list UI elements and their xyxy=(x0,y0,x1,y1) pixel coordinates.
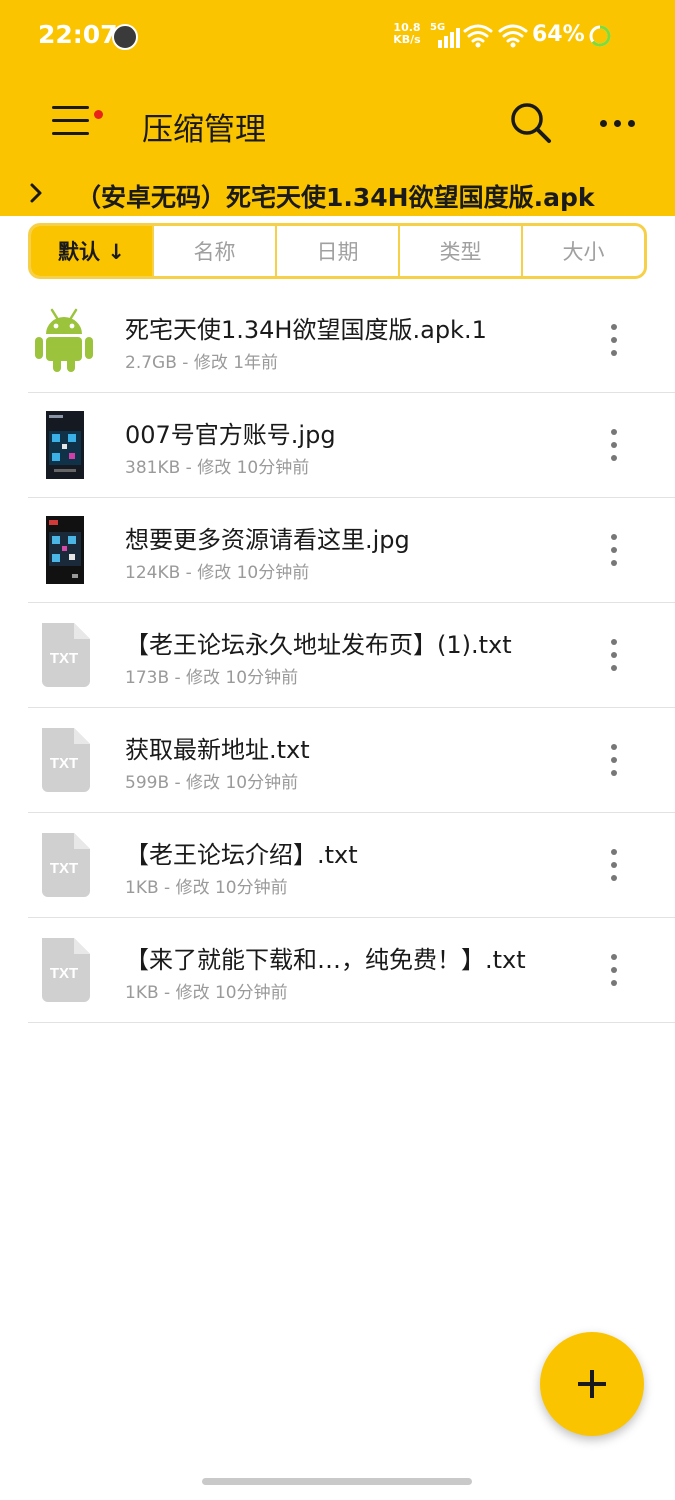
row-overflow-menu-icon[interactable] xyxy=(598,948,630,992)
breadcrumb-path: （安卓无码）死宅天使1.34H欲望国度版.apk xyxy=(76,183,595,212)
search-icon[interactable] xyxy=(506,98,556,148)
txt-file-icon: TXT xyxy=(42,623,90,687)
txt-file-icon: TXT xyxy=(42,728,90,792)
more-button[interactable] xyxy=(592,98,642,148)
file-name: 【老王论坛永久地址发布页】(1).txt xyxy=(125,631,512,659)
svg-text:TXT: TXT xyxy=(50,860,78,877)
more-dots-icon xyxy=(600,120,607,127)
wifi-icon xyxy=(498,24,528,48)
sort-tab-default[interactable]: 默认 ↓ xyxy=(31,226,152,276)
file-meta: 381KB - 修改 10分钟前 xyxy=(125,458,310,478)
txt-file-icon: TXT xyxy=(42,938,90,1002)
signal-bar xyxy=(456,28,460,48)
file-list: 死宅天使1.34H欲望国度版.apk.1 2.7GB - 修改 1年前 007号… xyxy=(0,288,675,1023)
sort-tab-name[interactable]: 名称 xyxy=(152,226,275,276)
sort-tab-date[interactable]: 日期 xyxy=(275,226,398,276)
wifi-icon xyxy=(463,24,493,48)
chevron-right-icon xyxy=(30,183,42,203)
file-name: 【老王论坛介绍】.txt xyxy=(125,841,358,869)
status-time: 22:07 xyxy=(38,20,118,49)
image-thumbnail xyxy=(46,516,84,584)
txt-file-icon: TXT xyxy=(42,833,90,897)
avatar-icon xyxy=(112,24,138,50)
file-meta: 2.7GB - 修改 1年前 xyxy=(125,353,279,373)
page-title: 压缩管理 xyxy=(142,112,266,148)
file-name: 007号官方账号.jpg xyxy=(125,421,336,449)
file-name: 获取最新地址.txt xyxy=(125,736,310,764)
battery-percent: 64% xyxy=(532,22,585,47)
sort-bar: 默认 ↓ 名称 日期 类型 大小 xyxy=(28,223,647,279)
toolbar: 压缩管理 xyxy=(0,72,675,172)
row-overflow-menu-icon[interactable] xyxy=(598,318,630,362)
app-header: 22:07 10.8 KB/s 5G 64% 压缩管理 （安卓无码）死宅天使1.… xyxy=(0,0,675,216)
signal-icon: 5G xyxy=(430,22,460,48)
plus-icon xyxy=(590,1370,594,1398)
status-bar: 22:07 10.8 KB/s 5G 64% xyxy=(0,0,675,72)
signal-bar xyxy=(444,36,448,48)
hamburger-menu-icon xyxy=(52,106,89,109)
row-overflow-menu-icon[interactable] xyxy=(598,738,630,782)
file-meta: 173B - 修改 10分钟前 xyxy=(125,668,299,688)
row-overflow-menu-icon[interactable] xyxy=(598,423,630,467)
svg-text:TXT: TXT xyxy=(50,965,78,982)
more-dots-icon xyxy=(628,120,635,127)
signal-bar xyxy=(438,40,442,48)
notification-dot xyxy=(94,110,103,119)
list-item[interactable]: 死宅天使1.34H欲望国度版.apk.1 2.7GB - 修改 1年前 xyxy=(28,288,675,393)
android-icon xyxy=(35,308,93,372)
file-name: 死宅天使1.34H欲望国度版.apk.1 xyxy=(125,316,487,344)
list-item[interactable]: TXT 获取最新地址.txt 599B - 修改 10分钟前 xyxy=(28,708,675,813)
row-overflow-menu-icon[interactable] xyxy=(598,633,630,677)
file-meta: 124KB - 修改 10分钟前 xyxy=(125,563,310,583)
list-item[interactable]: 007号官方账号.jpg 381KB - 修改 10分钟前 xyxy=(28,393,675,498)
battery-ring-icon xyxy=(589,25,611,47)
network-type: 5G xyxy=(430,22,446,33)
list-item[interactable]: TXT 【老王论坛永久地址发布页】(1).txt 173B - 修改 10分钟前 xyxy=(28,603,675,708)
image-thumbnail xyxy=(46,411,84,479)
sort-tab-size[interactable]: 大小 xyxy=(521,226,644,276)
hamburger-menu-icon xyxy=(52,119,89,122)
list-item[interactable]: TXT 【来了就能下载和…，纯免费！】.txt 1KB - 修改 10分钟前 xyxy=(28,918,675,1023)
file-name: 想要更多资源请看这里.jpg xyxy=(125,526,410,554)
svg-text:TXT: TXT xyxy=(50,755,78,772)
add-button[interactable] xyxy=(540,1332,644,1436)
hamburger-menu-icon xyxy=(52,132,89,135)
file-name: 【来了就能下载和…，纯免费！】.txt xyxy=(125,946,526,974)
file-meta: 1KB - 修改 10分钟前 xyxy=(125,878,288,898)
row-overflow-menu-icon[interactable] xyxy=(598,528,630,572)
more-dots-icon xyxy=(614,120,621,127)
menu-button[interactable] xyxy=(44,94,103,150)
file-meta: 599B - 修改 10分钟前 xyxy=(125,773,299,793)
net-speed-unit: KB/s xyxy=(393,33,421,46)
breadcrumb[interactable]: （安卓无码）死宅天使1.34H欲望国度版.apk xyxy=(0,172,675,216)
sort-tab-type[interactable]: 类型 xyxy=(398,226,521,276)
file-meta: 1KB - 修改 10分钟前 xyxy=(125,983,288,1003)
svg-text:TXT: TXT xyxy=(50,650,78,667)
list-item[interactable]: 想要更多资源请看这里.jpg 124KB - 修改 10分钟前 xyxy=(28,498,675,603)
row-overflow-menu-icon[interactable] xyxy=(598,843,630,887)
net-speed: 10.8 KB/s xyxy=(392,22,422,46)
signal-bar xyxy=(450,32,454,48)
list-item[interactable]: TXT 【老王论坛介绍】.txt 1KB - 修改 10分钟前 xyxy=(28,813,675,918)
home-indicator[interactable] xyxy=(202,1478,472,1485)
